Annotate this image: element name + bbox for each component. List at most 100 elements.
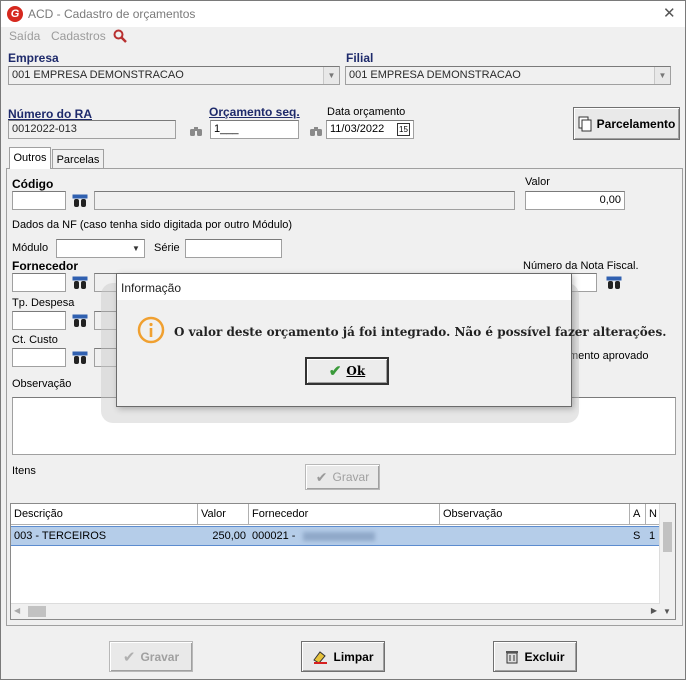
- gravar-button[interactable]: ✔ Gravar: [109, 641, 193, 672]
- fornecedor-label: Fornecedor: [12, 259, 79, 273]
- nf-note: Dados da NF (caso tenha sido digitada po…: [12, 219, 293, 231]
- valor-field[interactable]: 0,00: [525, 191, 625, 210]
- modulo-select[interactable]: ▼: [56, 239, 145, 258]
- title-bar: G ACD - Cadastro de orçamentos ✕: [1, 1, 685, 27]
- itens-label: Itens: [12, 465, 36, 477]
- itens-grid[interactable]: Descrição Valor Fornecedor Observação A …: [10, 503, 676, 620]
- column-header-observacao[interactable]: Observação: [440, 504, 630, 525]
- valor-label: Valor: [525, 176, 550, 188]
- cell-fornecedor-code: 000021 -: [252, 530, 296, 542]
- fornecedor-field[interactable]: [12, 273, 66, 292]
- codigo-label: Código: [12, 177, 54, 191]
- tab-parcelas-label: Parcelas: [56, 154, 100, 166]
- orcamento-seq-label: Orçamento seq.: [209, 105, 300, 119]
- numero-ra-field[interactable]: 0012022-013: [8, 120, 176, 139]
- dialog-title-bar: Informação: [117, 274, 571, 300]
- cell-fornecedor: 000021 -: [249, 527, 440, 546]
- numero-ra-label: Número do RA: [8, 107, 92, 121]
- dialog-title: Informação: [121, 281, 182, 295]
- app-logo-icon: G: [7, 6, 23, 22]
- chevron-down-icon: ▼: [128, 240, 144, 257]
- tab-outros[interactable]: Outros: [9, 147, 51, 169]
- horizontal-scrollbar[interactable]: ◀ ▶: [11, 603, 660, 619]
- gravar-label: Gravar: [140, 649, 180, 664]
- calendar-icon[interactable]: 15: [397, 123, 410, 136]
- serie-field[interactable]: [185, 239, 282, 258]
- chevron-down-icon: ▼: [654, 67, 670, 84]
- lookup-binoculars-icon[interactable]: [72, 351, 88, 365]
- data-orcamento-value: 11/03/2022: [330, 123, 385, 135]
- empresa-label: Empresa: [8, 51, 59, 65]
- scroll-thumb[interactable]: [28, 606, 46, 617]
- cell-n: 1: [649, 530, 656, 542]
- vertical-scrollbar[interactable]: ▼: [659, 504, 675, 619]
- info-dialog: Informação O valor deste orçamento já fo…: [116, 273, 666, 407]
- check-icon: ✔: [122, 648, 136, 666]
- modulo-label: Módulo: [12, 242, 49, 254]
- binoculars-icon[interactable]: [189, 125, 203, 137]
- redacted-block: [302, 531, 375, 541]
- ct-custo-field[interactable]: [12, 348, 66, 367]
- tp-despesa-label: Tp. Despesa: [12, 297, 75, 309]
- menu-item-cadastros[interactable]: Cadastros: [51, 29, 106, 43]
- column-header-a[interactable]: A: [630, 504, 646, 525]
- column-header-n[interactable]: N: [646, 504, 660, 525]
- search-icon[interactable]: [113, 29, 127, 43]
- serie-label: Série: [154, 242, 180, 254]
- info-icon: [137, 316, 165, 344]
- lookup-binoculars-icon[interactable]: [72, 314, 88, 328]
- filial-label: Filial: [346, 51, 374, 65]
- scroll-left-icon[interactable]: ◀: [14, 606, 20, 615]
- column-header-fornecedor[interactable]: Fornecedor: [249, 504, 440, 525]
- limpar-label: Limpar: [333, 649, 374, 664]
- documents-icon: [578, 116, 592, 131]
- main-window: G ACD - Cadastro de orçamentos ✕ Saída C…: [0, 0, 686, 680]
- codigo-field[interactable]: [12, 191, 66, 210]
- gravar-item-label: Gravar: [332, 470, 370, 484]
- limpar-button[interactable]: Limpar: [301, 641, 385, 672]
- cell-observacao: [440, 527, 630, 546]
- scroll-thumb[interactable]: [663, 522, 672, 552]
- parcelamento-button[interactable]: Parcelamento: [573, 107, 680, 140]
- filial-select[interactable]: 001 EMPRESA DEMONSTRACAO ▼: [345, 66, 671, 85]
- gravar-item-button[interactable]: ✔ Gravar: [305, 464, 380, 490]
- excluir-button[interactable]: Excluir: [493, 641, 577, 672]
- trash-icon: [506, 651, 519, 664]
- chevron-down-icon: ▼: [323, 67, 339, 84]
- check-icon: ✔: [315, 468, 328, 485]
- orcamento-seq-field[interactable]: 1___: [210, 120, 299, 139]
- check-icon: ✔: [328, 362, 342, 380]
- empresa-value: 001 EMPRESA DEMONSTRACAO: [12, 69, 184, 81]
- codigo-descricao-field: [94, 191, 515, 210]
- scroll-down-icon[interactable]: ▼: [663, 607, 671, 616]
- tp-despesa-field[interactable]: [12, 311, 66, 330]
- eraser-icon: [313, 650, 328, 664]
- tab-outros-label: Outros: [13, 152, 47, 164]
- dialog-message: O valor deste orçamento já foi integrado…: [174, 325, 667, 339]
- menu-item-saida[interactable]: Saída: [9, 29, 40, 43]
- window-title: ACD - Cadastro de orçamentos: [28, 7, 196, 21]
- empresa-select[interactable]: 001 EMPRESA DEMONSTRACAO ▼: [8, 66, 340, 85]
- ct-custo-label: Ct. Custo: [12, 334, 58, 346]
- close-icon[interactable]: ✕: [663, 4, 676, 22]
- numero-nota-label: Número da Nota Fiscal.: [523, 260, 639, 272]
- filial-value: 001 EMPRESA DEMONSTRACAO: [349, 69, 521, 81]
- menu-bar: Saída Cadastros: [1, 27, 685, 45]
- data-orcamento-field[interactable]: 11/03/2022 15: [326, 120, 414, 139]
- data-orcamento-label: Data orçamento: [327, 106, 406, 118]
- lookup-binoculars-icon[interactable]: [72, 276, 88, 290]
- excluir-label: Excluir: [524, 649, 565, 664]
- scroll-right-icon[interactable]: ▶: [651, 606, 657, 615]
- lookup-binoculars-icon[interactable]: [72, 194, 88, 208]
- binoculars-icon[interactable]: [309, 125, 323, 137]
- cell-descricao: 003 - TERCEIROS: [14, 530, 107, 542]
- column-header-descricao[interactable]: Descrição: [11, 504, 198, 525]
- column-header-valor[interactable]: Valor: [198, 504, 249, 525]
- cell-valor: 250,00: [212, 530, 246, 542]
- ok-button[interactable]: ✔ Ok: [305, 357, 389, 385]
- ok-label: Ok: [346, 364, 366, 378]
- lookup-binoculars-icon[interactable]: [606, 276, 622, 290]
- parcelamento-label: Parcelamento: [596, 116, 676, 131]
- tab-parcelas[interactable]: Parcelas: [52, 149, 104, 168]
- orcamento-aprovado-label: mento aprovado: [569, 350, 649, 362]
